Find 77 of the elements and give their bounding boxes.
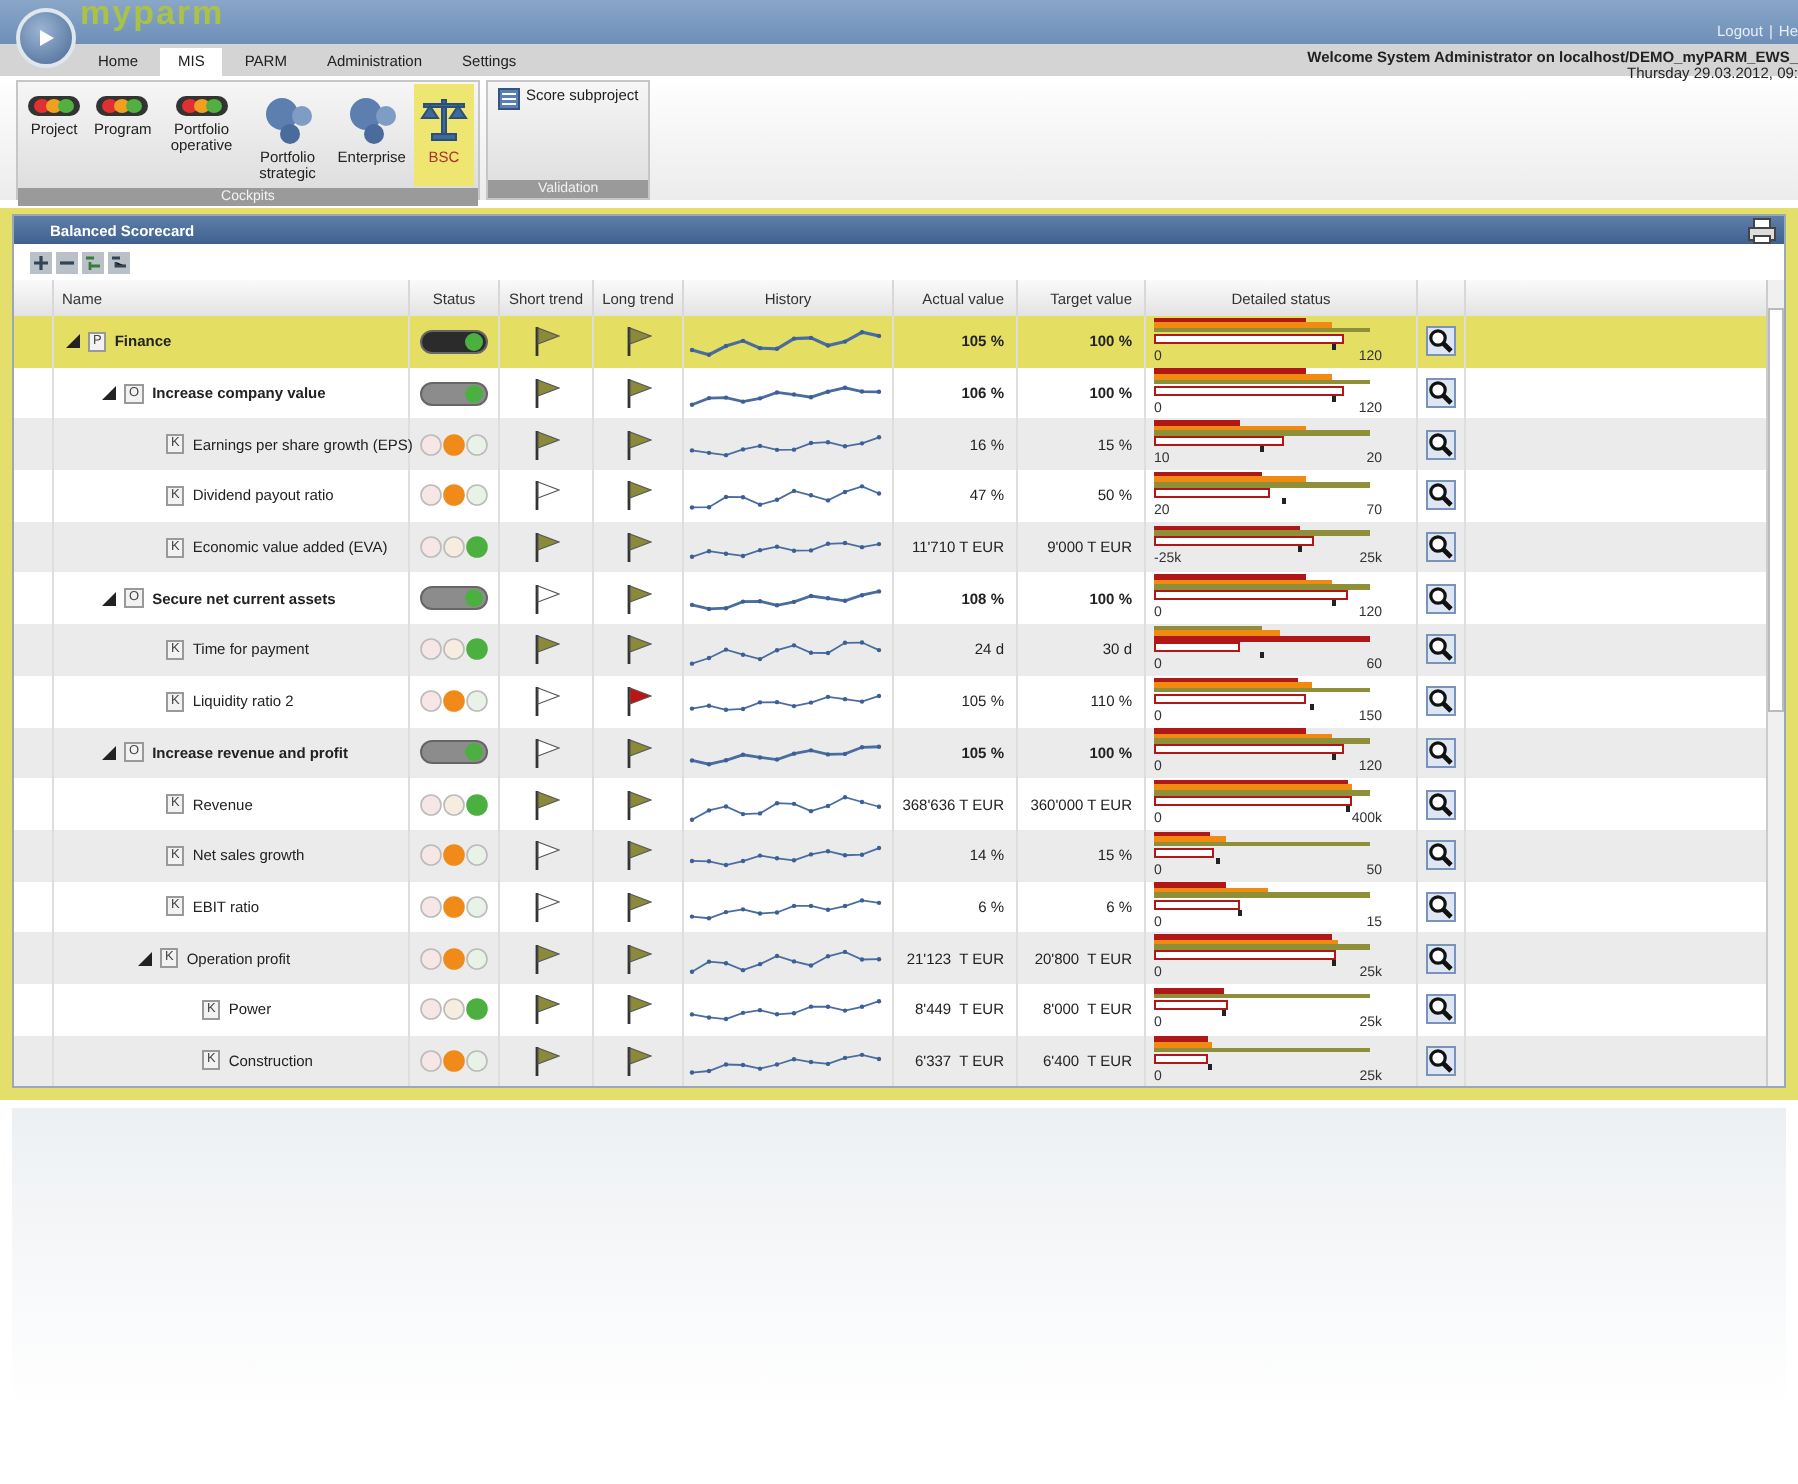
trend-flag-icon bbox=[533, 1045, 559, 1076]
status-lights-icon bbox=[420, 484, 488, 507]
status-lights-icon bbox=[420, 1049, 488, 1072]
trend-flag-icon bbox=[625, 840, 651, 871]
trend-flag-icon bbox=[533, 378, 559, 409]
trend-flag-icon bbox=[625, 891, 651, 922]
trend-flag-icon bbox=[625, 789, 651, 820]
search-icon[interactable] bbox=[1426, 480, 1456, 511]
trend-flag-icon bbox=[625, 943, 651, 974]
traffic-light-icon bbox=[175, 96, 228, 116]
search-icon[interactable] bbox=[1426, 326, 1456, 357]
app-logo: myparm bbox=[80, 0, 225, 34]
trend-flag-icon bbox=[625, 429, 651, 460]
status-lights-icon bbox=[420, 536, 488, 559]
trend-flag-icon bbox=[533, 840, 559, 871]
search-icon[interactable] bbox=[1426, 583, 1456, 614]
search-icon[interactable] bbox=[1426, 891, 1456, 922]
search-icon[interactable] bbox=[1426, 994, 1456, 1025]
expand-all-icon[interactable] bbox=[82, 251, 104, 273]
trend-flag-icon bbox=[533, 480, 559, 511]
collapse-triangle-icon[interactable] bbox=[102, 386, 116, 401]
scrollbar[interactable] bbox=[1766, 280, 1784, 1087]
trend-flag-icon bbox=[625, 737, 651, 768]
trend-flag-icon bbox=[625, 1045, 651, 1076]
trend-flag-icon bbox=[533, 891, 559, 922]
search-icon[interactable] bbox=[1426, 840, 1456, 871]
trend-flag-icon bbox=[533, 326, 559, 357]
collapse-triangle-icon[interactable] bbox=[138, 951, 152, 966]
list-icon bbox=[497, 88, 520, 110]
trend-flag-icon bbox=[625, 686, 651, 717]
search-icon[interactable] bbox=[1426, 429, 1456, 460]
collapse-triangle-icon[interactable] bbox=[102, 745, 116, 760]
remove-icon[interactable] bbox=[56, 251, 78, 273]
search-icon[interactable] bbox=[1426, 532, 1456, 563]
search-icon[interactable] bbox=[1426, 943, 1456, 974]
trend-flag-icon bbox=[625, 480, 651, 511]
search-icon[interactable] bbox=[1426, 634, 1456, 665]
trend-flag-icon bbox=[533, 994, 559, 1025]
bubbles-icon bbox=[261, 96, 314, 144]
status-lights-icon bbox=[420, 793, 488, 816]
trend-flag-icon bbox=[533, 789, 559, 820]
application-menu-button[interactable] bbox=[16, 8, 76, 68]
trend-flag-icon bbox=[625, 583, 651, 614]
traffic-light-icon bbox=[28, 96, 80, 116]
search-icon[interactable] bbox=[1426, 1045, 1456, 1076]
trend-flag-icon bbox=[533, 583, 559, 614]
trend-flag-icon bbox=[533, 429, 559, 460]
trend-flag-icon bbox=[533, 943, 559, 974]
trend-flag-icon bbox=[625, 326, 651, 357]
trend-flag-icon bbox=[533, 686, 559, 717]
bubbles-icon bbox=[345, 96, 398, 144]
play-icon bbox=[36, 28, 56, 48]
trend-flag-icon bbox=[533, 634, 559, 665]
print-icon[interactable] bbox=[1748, 217, 1776, 243]
traffic-light-icon bbox=[96, 96, 149, 116]
status-lights-icon bbox=[420, 947, 488, 970]
collapse-triangle-icon[interactable] bbox=[102, 591, 116, 606]
trend-flag-icon bbox=[533, 532, 559, 563]
trend-flag-icon bbox=[625, 378, 651, 409]
status-lights-icon bbox=[420, 433, 488, 456]
trend-flag-icon bbox=[625, 994, 651, 1025]
collapse-all-icon[interactable] bbox=[108, 251, 130, 273]
status-lights-icon bbox=[420, 998, 488, 1021]
status-lights-icon bbox=[420, 895, 488, 918]
collapse-triangle-icon[interactable] bbox=[66, 334, 80, 349]
status-lights-icon bbox=[420, 844, 488, 867]
status-lights-icon bbox=[420, 690, 488, 713]
search-icon[interactable] bbox=[1426, 378, 1456, 409]
scales-icon bbox=[419, 96, 468, 144]
trend-flag-icon bbox=[625, 634, 651, 665]
trend-flag-icon bbox=[533, 737, 559, 768]
search-icon[interactable] bbox=[1426, 686, 1456, 717]
search-icon[interactable] bbox=[1426, 737, 1456, 768]
search-icon[interactable] bbox=[1426, 789, 1456, 820]
status-lights-icon bbox=[420, 638, 488, 661]
trend-flag-icon bbox=[625, 532, 651, 563]
add-icon[interactable] bbox=[30, 251, 52, 273]
